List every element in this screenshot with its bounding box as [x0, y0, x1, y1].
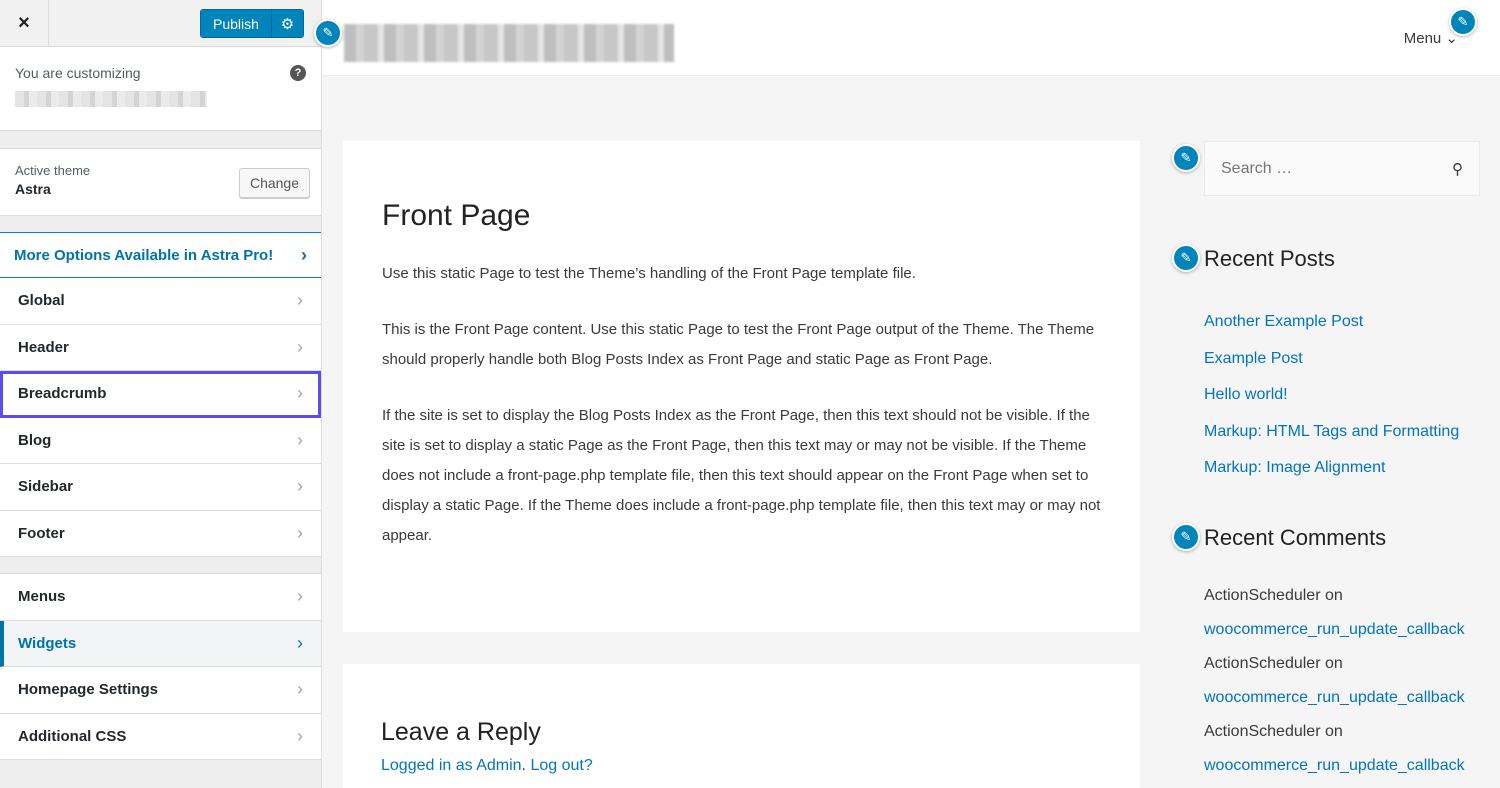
recent-post-link[interactable]: Example Post — [1204, 341, 1459, 378]
astra-pro-label: More Options Available in Astra Pro! — [14, 246, 274, 264]
change-theme-button[interactable]: Change — [238, 168, 310, 198]
section-label: Sidebar — [18, 478, 74, 496]
comment-reply: Leave a Reply Logged in as Admin. Log ou… — [343, 664, 1140, 788]
chevron-right-icon: › — [297, 522, 303, 543]
section-menus[interactable]: Menus › — [0, 574, 321, 621]
customizer-sidebar: × Publish ⚙ You are customizing ? Active… — [0, 0, 322, 788]
chevron-right-icon: › — [297, 725, 303, 746]
recent-post-link[interactable]: Another Example Post — [1204, 304, 1459, 341]
section-label: Header — [18, 338, 69, 356]
section-footer[interactable]: Footer › — [0, 510, 321, 557]
active-theme-panel: Active theme Astra Change — [0, 148, 321, 216]
search-placeholder: Search … — [1221, 159, 1293, 177]
recent-post-link[interactable]: Hello world! — [1204, 377, 1459, 414]
help-icon[interactable]: ? — [290, 65, 306, 81]
section-widgets[interactable]: Widgets › — [0, 620, 321, 667]
chevron-right-icon: › — [297, 290, 303, 311]
comment-author: ActionScheduler on — [1204, 655, 1343, 672]
section-label: Widgets — [18, 634, 77, 652]
recent-posts-title: Recent Posts — [1204, 246, 1335, 271]
section-sidebar[interactable]: Sidebar › — [0, 464, 321, 511]
customizing-label: You are customizing — [15, 65, 141, 81]
recent-comments-title: Recent Comments — [1204, 525, 1387, 550]
astra-pro-link[interactable]: More Options Available in Astra Pro! › — [0, 232, 321, 278]
pen-icon[interactable]: ✎ — [1172, 523, 1200, 551]
section-label: Global — [18, 292, 65, 310]
logout-link[interactable]: Log out? — [530, 757, 592, 774]
close-icon[interactable]: × — [0, 0, 49, 47]
gear-icon[interactable]: ⚙ — [271, 10, 303, 37]
page-paragraph: This is the Front Page content. Use this… — [382, 321, 1095, 368]
chevron-right-icon: › — [297, 383, 303, 404]
page-paragraph: Use this static Page to test the Theme’s… — [382, 265, 916, 282]
section-label: Homepage Settings — [18, 681, 159, 699]
page-article: Front Page Use this static Page to test … — [343, 141, 1140, 632]
section-homepage-settings[interactable]: Homepage Settings › — [0, 667, 321, 714]
site-logo-blurred — [344, 24, 674, 62]
chevron-right-icon: › — [297, 429, 303, 450]
publish-button[interactable]: Publish — [201, 10, 272, 37]
section-breadcrumb[interactable]: Breadcrumb › — [0, 371, 321, 418]
section-blog[interactable]: Blog › — [0, 417, 321, 464]
page-paragraph: If the site is set to display the Blog P… — [382, 407, 1101, 544]
recent-comments-list: ActionScheduler on woocommerce_run_updat… — [1204, 579, 1500, 783]
pen-icon[interactable]: ✎ — [314, 19, 342, 47]
section-list-core: Menus › Widgets › Homepage Settings › Addit… — [0, 573, 321, 760]
pen-icon[interactable]: ✎ — [1449, 8, 1477, 36]
logged-in-link[interactable]: Logged in as Admin — [381, 757, 522, 774]
menu-toggle[interactable]: Menu ⌄ — [1404, 29, 1458, 47]
reply-links: Logged in as Admin. Log out? — [381, 757, 593, 774]
comment-post-link[interactable]: woocommerce_run_update_callback — [1204, 681, 1500, 715]
section-label: Blog — [18, 431, 52, 449]
publish-group: Publish ⚙ — [200, 9, 304, 38]
section-header[interactable]: Header › — [0, 324, 321, 371]
section-label: Additional CSS — [18, 727, 127, 745]
comment-author: ActionScheduler on — [1204, 723, 1343, 740]
chevron-right-icon: › — [297, 336, 303, 357]
recent-post-link[interactable]: Markup: HTML Tags and Formatting — [1204, 414, 1459, 451]
section-list-theme: Global › Header › Breadcrumb › Blog › Sideba… — [0, 278, 321, 557]
comment-post-link[interactable]: woocommerce_run_update_callback — [1204, 613, 1500, 647]
section-additional-css[interactable]: Additional CSS › — [0, 713, 321, 760]
chevron-right-icon: › — [297, 476, 303, 497]
section-label: Breadcrumb — [18, 385, 107, 403]
sidebar-widgets: ✎ Search … ⚲ ✎ Recent Posts Another Exam… — [1172, 141, 1480, 774]
customizer-header: × Publish ⚙ — [0, 0, 321, 47]
section-label: Menus — [18, 588, 66, 606]
search-icon[interactable]: ⚲ — [1452, 160, 1463, 178]
chevron-right-icon: › — [297, 679, 303, 700]
site-header: ✎ Menu ⌄ ✎ — [314, 0, 1500, 76]
search-input[interactable]: Search … ⚲ — [1204, 141, 1480, 196]
site-preview: ✎ Menu ⌄ ✎ Front Page Use this static Pa… — [314, 0, 1500, 788]
section-global[interactable]: Global › — [0, 278, 321, 325]
reply-title: Leave a Reply — [381, 718, 541, 746]
recent-post-link[interactable]: Markup: Image Alignment — [1204, 450, 1459, 487]
comment-author: ActionScheduler on — [1204, 587, 1343, 604]
chevron-right-icon: › — [297, 632, 303, 653]
pen-icon[interactable]: ✎ — [1172, 244, 1200, 272]
pen-icon[interactable]: ✎ — [1172, 144, 1200, 172]
recent-posts-list: Another Example Post Example Post Hello … — [1204, 304, 1459, 487]
chevron-right-icon: › — [301, 244, 307, 265]
page-title: Front Page — [382, 199, 531, 232]
section-label: Footer — [18, 524, 65, 542]
chevron-right-icon: › — [297, 586, 303, 607]
site-name-blurred — [15, 91, 207, 107]
comment-post-link[interactable]: woocommerce_run_update_callback — [1204, 749, 1500, 783]
customizing-info: You are customizing ? — [0, 47, 321, 131]
